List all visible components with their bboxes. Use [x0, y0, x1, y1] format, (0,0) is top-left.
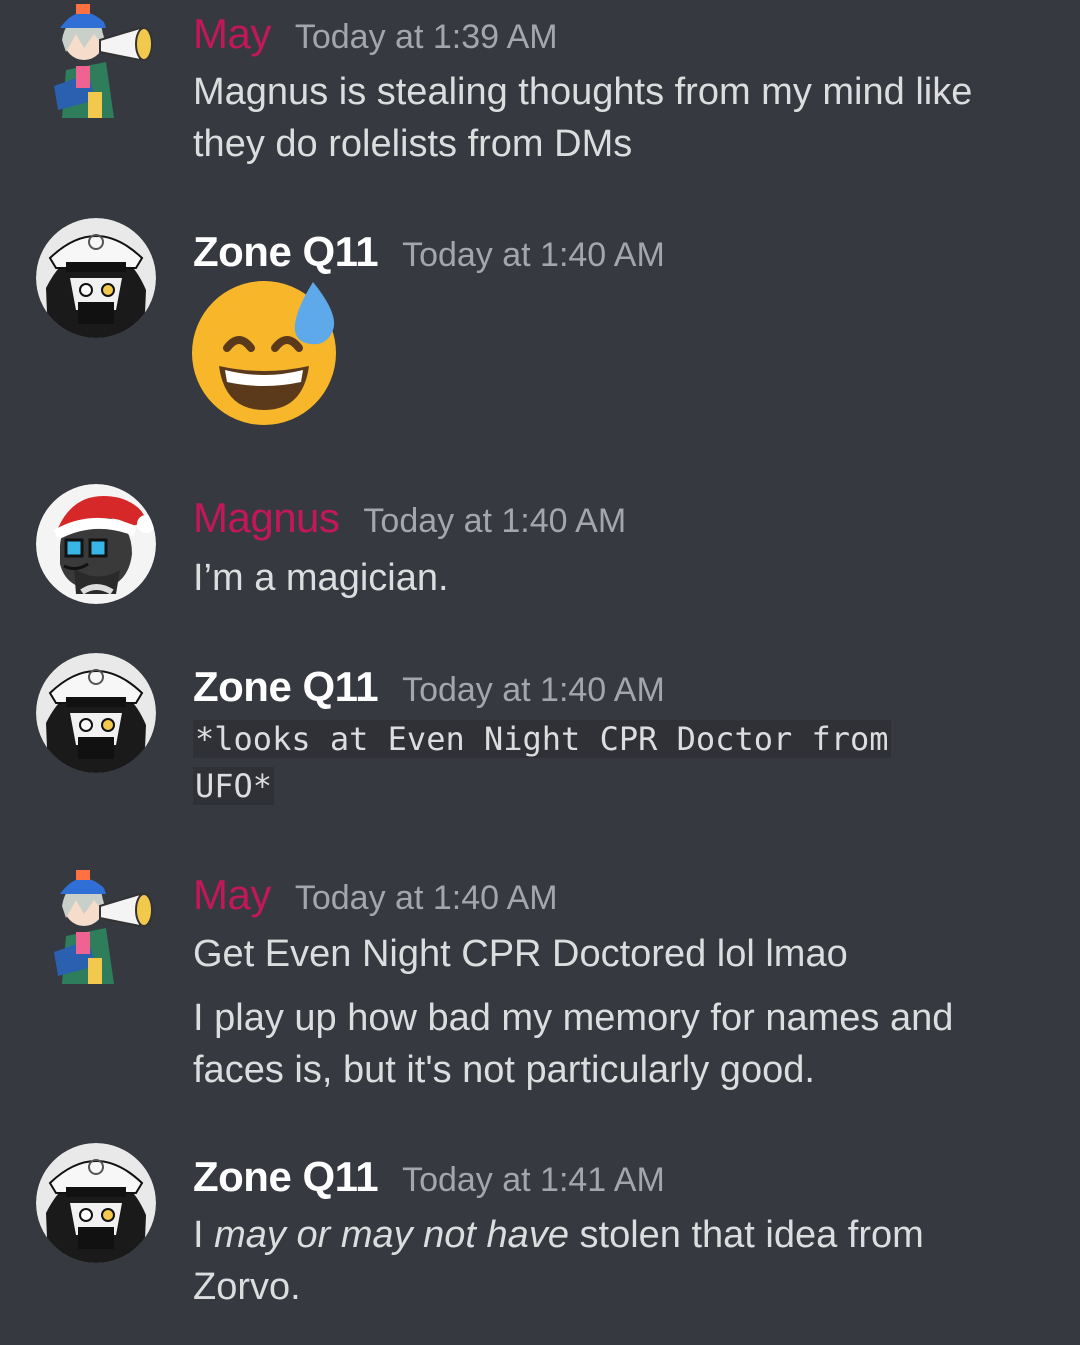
message-text: Get Even Night CPR Doctored lol lmao	[193, 933, 848, 975]
timestamp: Today at 1:40 AM	[363, 502, 627, 540]
italic-text: may or may not have	[214, 1214, 569, 1256]
timestamp: Today at 1:40 AM	[402, 236, 665, 274]
username[interactable]: Zone Q11	[193, 228, 379, 276]
inline-code: *looks at Even Night CPR Doctor from UFO…	[193, 720, 891, 805]
timestamp: Today at 1:41 AM	[402, 1161, 665, 1199]
timestamp: Today at 1:39 AM	[294, 18, 558, 56]
username[interactable]: May	[193, 10, 271, 58]
message-text: I’m a magician.	[193, 557, 449, 599]
may-avatar[interactable]	[36, 0, 156, 120]
message-text: Magnus is stealing thoughts from my mind…	[193, 71, 973, 165]
may-avatar[interactable]	[36, 866, 156, 986]
username[interactable]: May	[193, 871, 271, 919]
text-prefix: I	[193, 1214, 215, 1256]
zone-avatar[interactable]	[36, 653, 156, 773]
username[interactable]: Zone Q11	[193, 1153, 379, 1201]
message-text: I may or may not have stolen that idea f…	[193, 1209, 1033, 1313]
zone-avatar[interactable]	[36, 1143, 156, 1263]
timestamp: Today at 1:40 AM	[402, 671, 665, 709]
username[interactable]: Zone Q11	[193, 663, 379, 711]
grinning-face-with-sweat-emoji[interactable]	[191, 280, 337, 426]
magnus-avatar[interactable]	[36, 484, 156, 604]
username[interactable]: Magnus	[193, 494, 340, 542]
timestamp: Today at 1:40 AM	[294, 879, 558, 917]
zone-avatar[interactable]	[36, 218, 156, 338]
inline-code-message: *looks at Even Night CPR Doctor from UFO…	[193, 716, 953, 810]
message-text: I play up how bad my memory for names an…	[193, 997, 954, 1091]
